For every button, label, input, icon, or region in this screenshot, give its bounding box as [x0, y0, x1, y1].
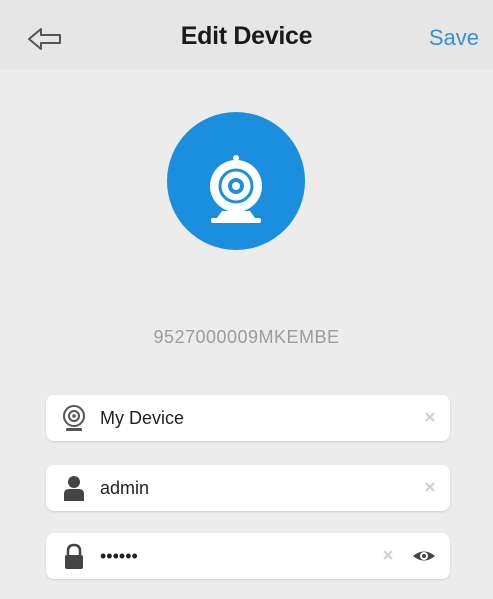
lock-icon — [65, 543, 83, 569]
username-value: admin — [100, 478, 150, 498]
clear-icon[interactable] — [424, 481, 436, 493]
password-value: •••••• — [100, 546, 138, 566]
save-button[interactable]: Save — [429, 25, 479, 51]
eye-icon[interactable] — [412, 547, 436, 565]
clear-icon[interactable] — [382, 549, 394, 561]
device-name-value: My Device — [100, 408, 185, 428]
device-name-field[interactable]: My Device — [46, 395, 450, 441]
device-avatar — [167, 112, 305, 250]
page-title: Edit Device — [180, 22, 313, 50]
top-bar: Edit Device Save — [0, 0, 493, 70]
user-icon — [64, 476, 84, 501]
password-field[interactable]: •••••• — [46, 533, 450, 579]
camera-icon — [63, 405, 85, 431]
device-id: 9527000009MKEMBE — [153, 327, 340, 347]
clear-icon[interactable] — [424, 411, 436, 423]
username-field[interactable]: admin — [46, 465, 450, 511]
webcam-icon — [210, 155, 262, 223]
